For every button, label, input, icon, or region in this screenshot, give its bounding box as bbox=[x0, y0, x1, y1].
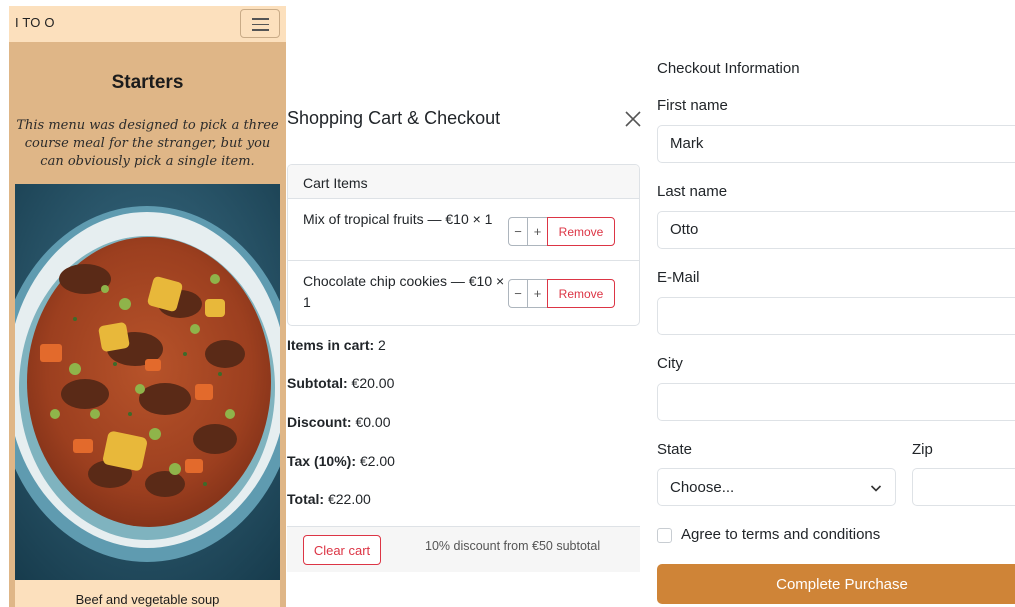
soup-image bbox=[15, 184, 280, 580]
cart-items-header: Cart Items bbox=[288, 165, 639, 199]
quantity-controls: − + Remove bbox=[508, 279, 615, 308]
last-name-input[interactable]: Otto bbox=[657, 211, 1015, 249]
first-name-label: First name bbox=[657, 97, 728, 114]
subtotal: Subtotal: €20.00 bbox=[287, 375, 394, 391]
items-in-cart-label: Items in cart: bbox=[287, 337, 375, 353]
cart-title: Shopping Cart & Checkout bbox=[287, 108, 501, 128]
navbar: I TO O bbox=[9, 6, 286, 42]
zip-input[interactable] bbox=[912, 468, 1015, 506]
tax: Tax (10%): €2.00 bbox=[287, 453, 395, 469]
complete-purchase-button[interactable]: Complete Purchase bbox=[657, 564, 1015, 604]
clear-cart-button[interactable]: Clear cart bbox=[303, 535, 381, 565]
items-in-cart: Items in cart: 2 bbox=[287, 337, 386, 353]
state-label: State bbox=[657, 441, 693, 458]
dish-card-body: Beef and vegetable soup bbox=[15, 580, 280, 607]
city-input[interactable] bbox=[657, 383, 1015, 421]
discount-note: 10% discount from €50 subtotal bbox=[425, 539, 601, 553]
zip-label: Zip bbox=[912, 441, 933, 458]
city-label: City bbox=[657, 355, 683, 372]
increase-button[interactable]: + bbox=[528, 279, 548, 308]
total: Total: €22.00 bbox=[287, 491, 371, 507]
chevron-down-icon bbox=[869, 481, 883, 495]
menu-description: This menu was designed to pick a three c… bbox=[16, 118, 279, 169]
decrease-button[interactable]: − bbox=[508, 217, 528, 246]
checkout-heading: Checkout Information bbox=[657, 60, 800, 77]
quantity-controls: − + Remove bbox=[508, 217, 615, 246]
increase-button[interactable]: + bbox=[528, 217, 548, 246]
close-icon[interactable] bbox=[622, 108, 644, 130]
discount: Discount: €0.00 bbox=[287, 414, 391, 430]
cart-item-row: Mix of tropical fruits — €10 × 1 − + Rem… bbox=[288, 199, 639, 261]
menu-page: I TO O Starters This menu was designed t… bbox=[9, 6, 286, 607]
cart-item-row: Chocolate chip cookies — €10 × 1 − + Rem… bbox=[288, 261, 639, 323]
decrease-button[interactable]: − bbox=[508, 279, 528, 308]
tax-value: €2.00 bbox=[359, 453, 395, 469]
page-title: Starters bbox=[111, 72, 184, 93]
cart-item-text: Chocolate chip cookies — €10 × 1 bbox=[303, 273, 505, 310]
dish-caption: Beef and vegetable soup bbox=[75, 592, 220, 607]
cart-items-card: Cart Items Mix of tropical fruits — €10 … bbox=[287, 164, 640, 326]
remove-button[interactable]: Remove bbox=[547, 279, 615, 308]
first-name-input[interactable]: Mark bbox=[657, 125, 1015, 163]
subtotal-label: Subtotal: bbox=[287, 375, 348, 391]
hamburger-icon[interactable] bbox=[240, 9, 280, 38]
remove-button[interactable]: Remove bbox=[547, 217, 615, 246]
state-select[interactable]: Choose... bbox=[657, 468, 896, 506]
cart-footer: Clear cart 10% discount from €50 subtota… bbox=[287, 526, 640, 572]
total-value: €22.00 bbox=[327, 491, 371, 507]
subtotal-value: €20.00 bbox=[351, 375, 395, 391]
cart-item-text: Mix of tropical fruits — €10 × 1 bbox=[303, 211, 493, 227]
items-in-cart-value: 2 bbox=[378, 337, 386, 353]
discount-label: Discount: bbox=[287, 414, 352, 430]
brand-logo[interactable]: I TO O bbox=[15, 15, 55, 30]
last-name-label: Last name bbox=[657, 183, 728, 200]
discount-value: €0.00 bbox=[355, 414, 391, 430]
terms-label: Agree to terms and conditions bbox=[681, 526, 881, 543]
tax-label: Tax (10%): bbox=[287, 453, 356, 469]
terms-checkbox[interactable] bbox=[657, 528, 672, 543]
email-label: E-Mail bbox=[657, 269, 700, 286]
total-label: Total: bbox=[287, 491, 325, 507]
state-selected-value: Choose... bbox=[670, 479, 735, 496]
email-input[interactable] bbox=[657, 297, 1015, 335]
